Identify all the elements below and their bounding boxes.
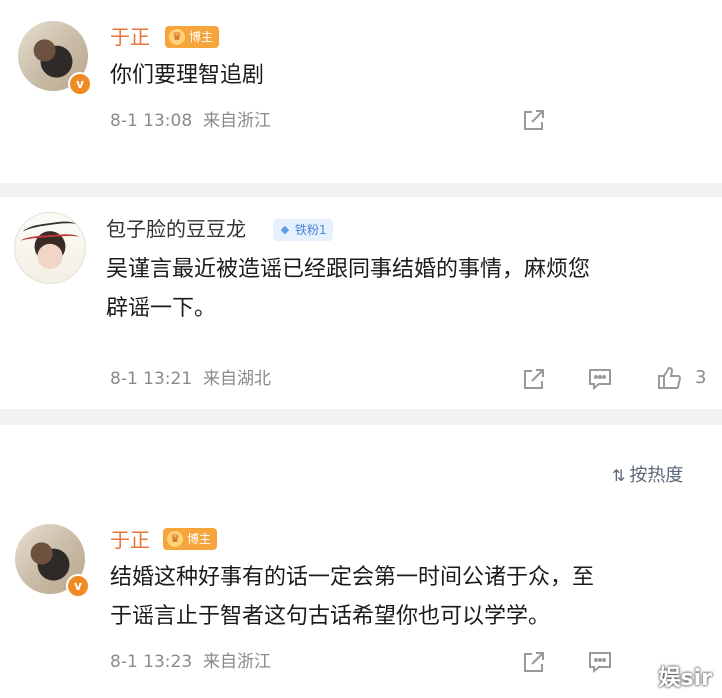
post-location: 来自浙江: [202, 652, 271, 672]
fan-badge: ◆ 铁粉1: [273, 219, 333, 241]
post-date: 8-1 13:23: [110, 652, 193, 672]
like-icon[interactable]: [655, 364, 683, 392]
comment-icon[interactable]: [586, 365, 614, 393]
avatar[interactable]: [14, 212, 86, 284]
share-icon[interactable]: [520, 106, 548, 134]
like-count: 3: [695, 367, 707, 388]
section-divider: [0, 409, 722, 425]
watermark: 娱sir: [658, 666, 713, 691]
comment-text: 吴谨言最近被造谣已经跟同事结婚的事情，麻烦您 辟谣一下。: [106, 257, 591, 321]
sort-by-hot-button[interactable]: ⇅ 按热度: [612, 464, 683, 488]
comment-text: 结婚这种好事有的话一定会第一时间公诸于众，至 于谣言止于智者这句古话希望你也可以…: [110, 565, 595, 629]
post-date: 8-1 13:21: [110, 369, 193, 389]
post-location: 来自湖北: [202, 369, 271, 389]
comment-post: v 于正 ♛ 博主 结婚这种好事有的话一定会第一时间公诸于众，至 于谣言止于智者…: [0, 500, 722, 698]
author-name[interactable]: 于正: [110, 24, 150, 50]
crown-icon: ♛: [169, 29, 185, 45]
post-meta: 8-1 13:23 来自浙江: [110, 651, 271, 673]
crown-icon: ♛: [167, 531, 183, 547]
sort-icon: ⇅: [612, 466, 626, 485]
blogger-badge: ♛ 博主: [165, 26, 220, 48]
post-meta: 8-1 13:21 来自湖北: [110, 368, 271, 390]
post-meta: 8-1 13:08 来自浙江: [110, 110, 271, 132]
author-name[interactable]: 于正: [110, 527, 150, 553]
comment-icon[interactable]: [586, 648, 614, 676]
post-location: 来自浙江: [202, 111, 271, 131]
post-date: 8-1 13:08: [110, 111, 193, 131]
blogger-badge: ♛ 博主: [163, 528, 218, 550]
verified-icon: v: [66, 574, 90, 598]
comment-post: v 于正 ♛ 博主 你们要理智追剧 8-1 13:08 来自浙江: [0, 0, 722, 195]
diamond-icon: ◆: [280, 223, 290, 236]
author-name[interactable]: 包子脸的豆豆龙: [106, 216, 246, 242]
comment-post: 包子脸的豆豆龙 ◆ 铁粉1 吴谨言最近被造谣已经跟同事结婚的事情，麻烦您 辟谣一…: [0, 197, 722, 409]
section-divider: [0, 183, 722, 197]
verified-icon: v: [68, 72, 92, 96]
share-icon[interactable]: [520, 365, 548, 393]
share-icon[interactable]: [520, 648, 548, 676]
comment-text: 你们要理智追剧: [110, 63, 265, 88]
